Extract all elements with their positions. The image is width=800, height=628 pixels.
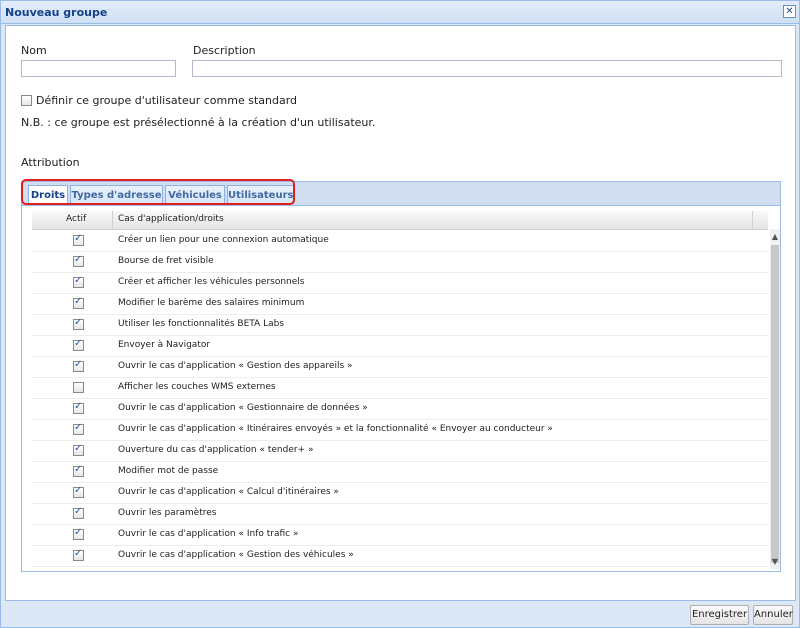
save-button[interactable]: Enregistrer [690,605,749,625]
row-active-checkbox[interactable] [73,422,84,435]
chevron-down-icon[interactable]: ▼ [770,556,780,568]
table-row[interactable]: Ouvrir le cas d'application « Gestion de… [32,545,768,567]
column-header-actif[interactable]: Actif [66,214,86,224]
row-label: Ouvrir le cas d'application « Gestion de… [118,361,353,371]
row-active-checkbox[interactable] [73,464,84,477]
tab-types-adresse[interactable]: Types d'adresse [70,185,163,206]
description-input[interactable] [192,60,782,77]
row-active-checkbox[interactable] [73,359,84,372]
vertical-scrollbar[interactable]: ▲ ▼ [770,229,780,569]
table-row[interactable]: Envoyer à Navigator [32,335,768,357]
row-label: Envoyer à Navigator [118,340,211,350]
row-label: Bourse de fret visible [118,256,214,266]
table-row[interactable]: Ouvrir le cas d'application « Gestionnai… [32,398,768,420]
table-row[interactable]: Utiliser les fonctionnalités BETA Labs [32,314,768,336]
dialog-title: Nouveau groupe [5,6,108,19]
attribution-label: Attribution [21,156,80,169]
table-row[interactable]: Afficher les couches WMS externes [32,377,768,399]
grid-rows: Créer un lien pour une connexion automat… [32,230,768,568]
row-label: Ouvrir le cas d'application « Gestionnai… [118,403,368,413]
table-row[interactable]: Modifier le barème des salaires minimum [32,293,768,315]
row-label: Modifier le barème des salaires minimum [118,298,305,308]
row-active-checkbox[interactable] [73,401,84,414]
tab-droits[interactable]: Droits [28,185,68,207]
row-active-checkbox[interactable] [73,338,84,351]
row-label: Utiliser les fonctionnalités BETA Labs [118,319,285,329]
row-active-checkbox[interactable] [73,296,84,309]
title-bar: Nouveau groupe ✕ [1,1,799,24]
name-input[interactable] [21,60,176,77]
table-row[interactable]: Ouvrir le cas d'application « Gestion de… [32,356,768,378]
row-label: Ouverture du cas d'application « tender+… [118,445,314,455]
row-label: Afficher les couches WMS externes [118,382,276,392]
row-active-checkbox[interactable] [73,254,84,267]
dialog-window: Nouveau groupe ✕ Nom Description Définir… [0,0,800,628]
row-active-checkbox[interactable] [73,506,84,519]
column-header-cas[interactable]: Cas d'application/droits [118,214,224,224]
row-label: Créer et afficher les véhicules personne… [118,277,305,287]
row-active-checkbox[interactable] [73,527,84,540]
chevron-up-icon[interactable]: ▲ [770,231,780,243]
table-row[interactable]: Ouvrir le cas d'application « Info trafi… [32,524,768,546]
standard-checkbox[interactable] [21,95,32,106]
dialog-body: Nom Description Définir ce groupe d'util… [5,25,796,601]
row-label: Créer un lien pour une connexion automat… [118,235,329,245]
rights-grid: Actif Cas d'application/droits Créer un … [21,205,781,572]
row-active-checkbox[interactable] [73,382,84,393]
table-row[interactable]: Créer et afficher les véhicules personne… [32,272,768,294]
name-label: Nom [21,44,47,57]
standard-checkbox-label: Définir ce groupe d'utilisateur comme st… [36,94,298,107]
grid-header: Actif Cas d'application/droits [32,211,768,230]
table-row[interactable]: Ouvrir le cas d'application « Calcul d'i… [32,482,768,504]
tab-vehicules[interactable]: Véhicules [165,185,225,206]
row-active-checkbox[interactable] [73,548,84,561]
row-active-checkbox[interactable] [73,443,84,456]
row-label: Modifier mot de passe [118,466,219,476]
row-active-checkbox[interactable] [73,317,84,330]
row-active-checkbox[interactable] [73,233,84,246]
cancel-button[interactable]: Annuler [753,605,793,625]
column-separator [112,211,113,229]
close-icon[interactable]: ✕ [783,5,796,18]
column-separator [752,211,753,229]
note-text: N.B. : ce groupe est présélectionné à la… [21,116,376,129]
row-label: Ouvrir le cas d'application « Gestion de… [118,550,354,560]
row-label: Ouvrir le cas d'application « Info trafi… [118,529,299,539]
table-row[interactable]: Modifier mot de passe [32,461,768,483]
table-row[interactable]: Ouvrir le cas d'application « Itinéraire… [32,419,768,441]
tab-strip: Droits Types d'adresse Véhicules Utilisa… [21,181,781,207]
table-row[interactable]: Ouverture du cas d'application « tender+… [32,440,768,462]
table-row[interactable]: Ouvrir les paramètres [32,503,768,525]
scrollbar-thumb[interactable] [771,245,779,563]
table-row[interactable]: Créer un lien pour une connexion automat… [32,230,768,252]
tab-utilisateurs[interactable]: Utilisateurs [227,185,294,206]
description-label: Description [193,44,256,57]
row-label: Ouvrir le cas d'application « Calcul d'i… [118,487,339,497]
row-label: Ouvrir les paramètres [118,508,217,518]
row-active-checkbox[interactable] [73,275,84,288]
table-row[interactable]: Bourse de fret visible [32,251,768,273]
row-active-checkbox[interactable] [73,485,84,498]
row-label: Ouvrir le cas d'application « Itinéraire… [118,424,553,434]
